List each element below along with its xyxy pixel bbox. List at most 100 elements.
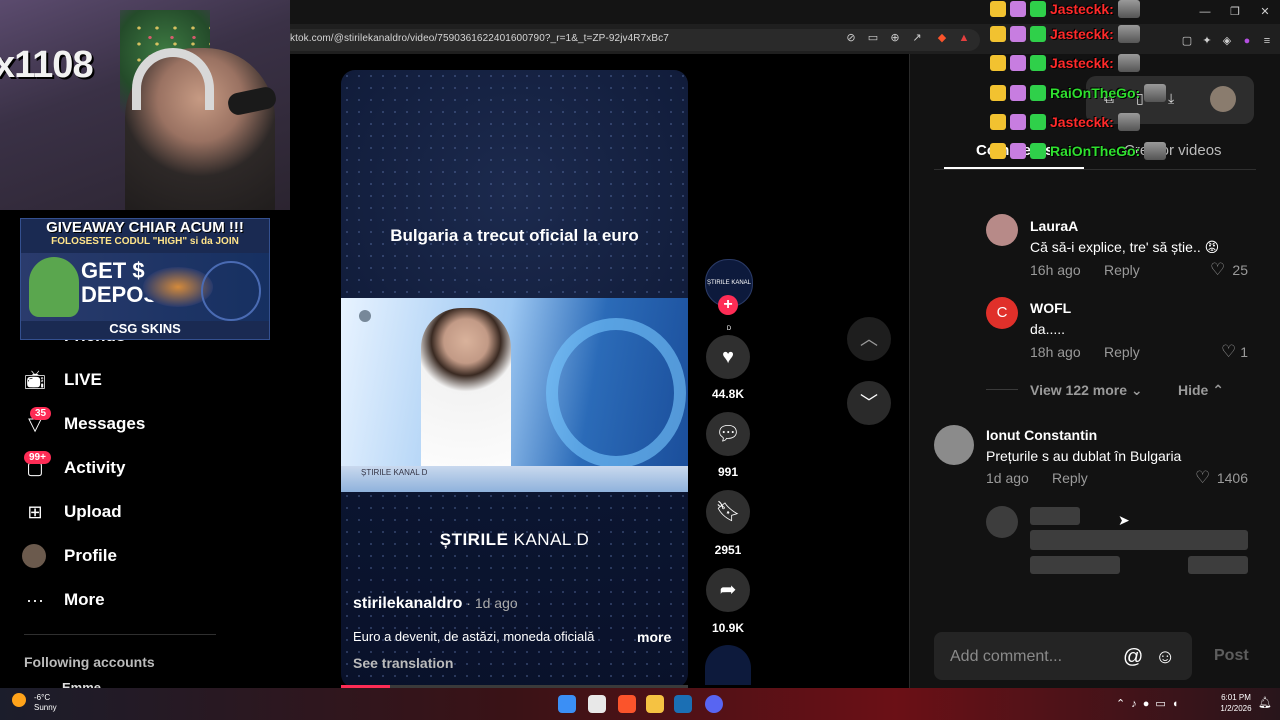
music-disc-avatar[interactable] <box>705 645 751 685</box>
discord-icon[interactable] <box>705 695 723 713</box>
reply-button[interactable]: Reply <box>1104 262 1140 278</box>
commenter-avatar[interactable] <box>934 425 974 465</box>
sidebar-item-upload[interactable]: ⊞ Upload <box>22 498 222 526</box>
vpn-shield-icon[interactable]: ◈ <box>1220 34 1234 48</box>
commenter-avatar[interactable] <box>986 214 1018 246</box>
network-icon[interactable]: ▭ <box>1155 698 1171 710</box>
steam-icon[interactable] <box>674 695 692 713</box>
zoom-icon[interactable]: ⊕ <box>888 31 902 45</box>
reply-button[interactable]: Reply <box>1052 470 1088 486</box>
download-icon[interactable]: ⤓ <box>1168 90 1174 107</box>
gift-badge-icon <box>1030 55 1046 71</box>
file-explorer-icon[interactable] <box>646 695 664 713</box>
view-more-replies-button[interactable]: View 122 more ⌄ <box>1030 382 1143 399</box>
brave-shield-icon[interactable]: ◆ <box>935 31 949 45</box>
emote-icon <box>1144 142 1167 160</box>
brave-rewards-icon[interactable]: ▲ <box>957 31 971 45</box>
task-view-icon[interactable] <box>588 695 606 713</box>
see-translation-link[interactable]: See translation <box>353 655 453 671</box>
share-button[interactable]: ➦ <box>706 568 750 612</box>
mention-icon[interactable]: @ <box>1123 646 1143 669</box>
following-account-item[interactable]: Emme <box>62 681 101 688</box>
sidebar-item-messages[interactable]: ▽ 35 Messages <box>22 407 222 438</box>
restore-icon[interactable]: ❐ <box>1228 6 1242 18</box>
close-icon[interactable]: ✕ <box>1258 6 1272 18</box>
video-author[interactable]: stirilekanaldro · 1d ago <box>353 595 518 613</box>
volume-icon[interactable]: ◖ <box>1172 698 1185 710</box>
channel-logo: ȘTIRILE KANAL D <box>341 530 688 550</box>
video-age: · 1d ago <box>462 595 518 611</box>
skeleton-avatar <box>986 506 1018 538</box>
menu-icon[interactable]: ≡ <box>1260 34 1274 48</box>
skin-image <box>201 261 261 321</box>
chat-message: RaiOnTheGo: <box>990 142 1167 164</box>
chat-username: Jasteckk: <box>1050 1 1114 17</box>
comment-author[interactable]: LauraA <box>1030 218 1078 234</box>
sidebar-item-label: Profile <box>64 546 117 565</box>
emoji-icon[interactable]: ☺ <box>1155 646 1175 669</box>
like-button[interactable]: ♥ <box>706 335 750 379</box>
wallet-icon[interactable]: ● <box>1240 34 1254 48</box>
chat-username: Jasteckk: <box>1050 55 1114 71</box>
gift-badge-icon <box>1030 85 1046 101</box>
sidebar-item-label: Activity <box>64 458 126 477</box>
comment-count: 991 <box>717 465 739 479</box>
author-name[interactable]: stirilekanaldro <box>353 595 462 612</box>
weather-widget[interactable]: -6°C Sunny <box>12 693 57 713</box>
gift-badge-icon <box>1030 26 1046 42</box>
system-clock[interactable]: 6:01 PM 1/2/2026 <box>1216 692 1256 714</box>
start-icon[interactable] <box>558 695 576 713</box>
comment-text: da..... <box>1030 321 1066 337</box>
heart-outline-icon[interactable]: ♡ <box>1210 260 1225 280</box>
live-tv-icon: 📺︎ <box>23 370 47 390</box>
frame-bug-icon <box>359 310 371 322</box>
follow-plus-icon[interactable]: + <box>718 295 738 315</box>
emote-icon <box>1144 84 1167 102</box>
comment-button[interactable]: 💬︎ <box>706 412 750 456</box>
windows-taskbar <box>0 688 1280 720</box>
replies-divider <box>986 389 1018 390</box>
comment-text: Că să-i explice, tre' să știe.. 😡 <box>1030 239 1220 255</box>
sidebar-item-label: Messages <box>64 414 146 433</box>
comment-time: 16h ago <box>1030 262 1081 278</box>
activity-badge: 99+ <box>24 451 51 464</box>
mic-icon[interactable]: ● <box>1143 698 1156 710</box>
frame-logo: ȘTIRILE KANAL D <box>361 468 428 477</box>
hide-replies-button[interactable]: Hide ⌃ <box>1178 382 1224 399</box>
brave-icon[interactable] <box>618 695 636 713</box>
ad-headline: GIVEAWAY CHIAR ACUM !!! <box>46 219 244 236</box>
chat-message: Jasteckk: <box>990 0 1140 22</box>
comment-input-placeholder[interactable]: Add comment... <box>950 648 1062 666</box>
sidebar-item-activity[interactable]: ▢ 99+ Activity <box>22 451 222 482</box>
reply-button[interactable]: Reply <box>1104 344 1140 360</box>
post-button[interactable]: Post <box>1214 647 1249 665</box>
next-video-button[interactable]: ﹀ <box>847 381 891 425</box>
emote-icon <box>1117 25 1140 43</box>
commenter-avatar[interactable]: C <box>986 297 1018 329</box>
sidebar-item-profile[interactable]: Profile <box>22 542 222 570</box>
skeleton-line <box>1030 507 1080 525</box>
notifications-icon[interactable]: 🔔︎ <box>1258 696 1272 709</box>
previous-video-button[interactable]: ︿ <box>847 317 891 361</box>
sub-badge-icon <box>1010 26 1026 42</box>
minimize-icon[interactable]: — <box>1198 6 1212 18</box>
extensions-icon[interactable]: ✦ <box>1200 34 1214 48</box>
heart-outline-icon[interactable]: ♡ <box>1195 468 1210 488</box>
sidebar-item-more[interactable]: ··· More <box>22 586 222 614</box>
save-button[interactable]: 🔖︎ <box>706 490 750 534</box>
system-tray[interactable]: ⌃♪●▭◖ <box>1116 697 1184 710</box>
sidebar-toggle-icon[interactable]: ▢ <box>1180 34 1194 48</box>
user-avatar[interactable] <box>1210 86 1236 112</box>
sidebar-item-live[interactable]: 📺︎ LIVE <box>22 366 222 394</box>
cast-icon[interactable]: ▭ <box>866 31 880 45</box>
cam-overlay-text: x1108 <box>0 44 94 86</box>
mute-tab-icon[interactable]: ⊘ <box>844 31 858 45</box>
comment-author[interactable]: Ionut Constantin <box>986 427 1097 443</box>
chevron-up-icon[interactable]: ⌃ <box>1116 698 1131 710</box>
share-icon[interactable]: ↗ <box>910 31 924 45</box>
speaker-icon[interactable]: ♪ <box>1131 698 1143 710</box>
heart-outline-icon[interactable]: ♡ <box>1221 342 1236 362</box>
comment-author[interactable]: WOFL <box>1030 300 1071 316</box>
url-text[interactable]: ktok.com/@stirilekanaldro/video/75903616… <box>290 33 669 44</box>
description-more-button[interactable]: more <box>637 629 671 645</box>
